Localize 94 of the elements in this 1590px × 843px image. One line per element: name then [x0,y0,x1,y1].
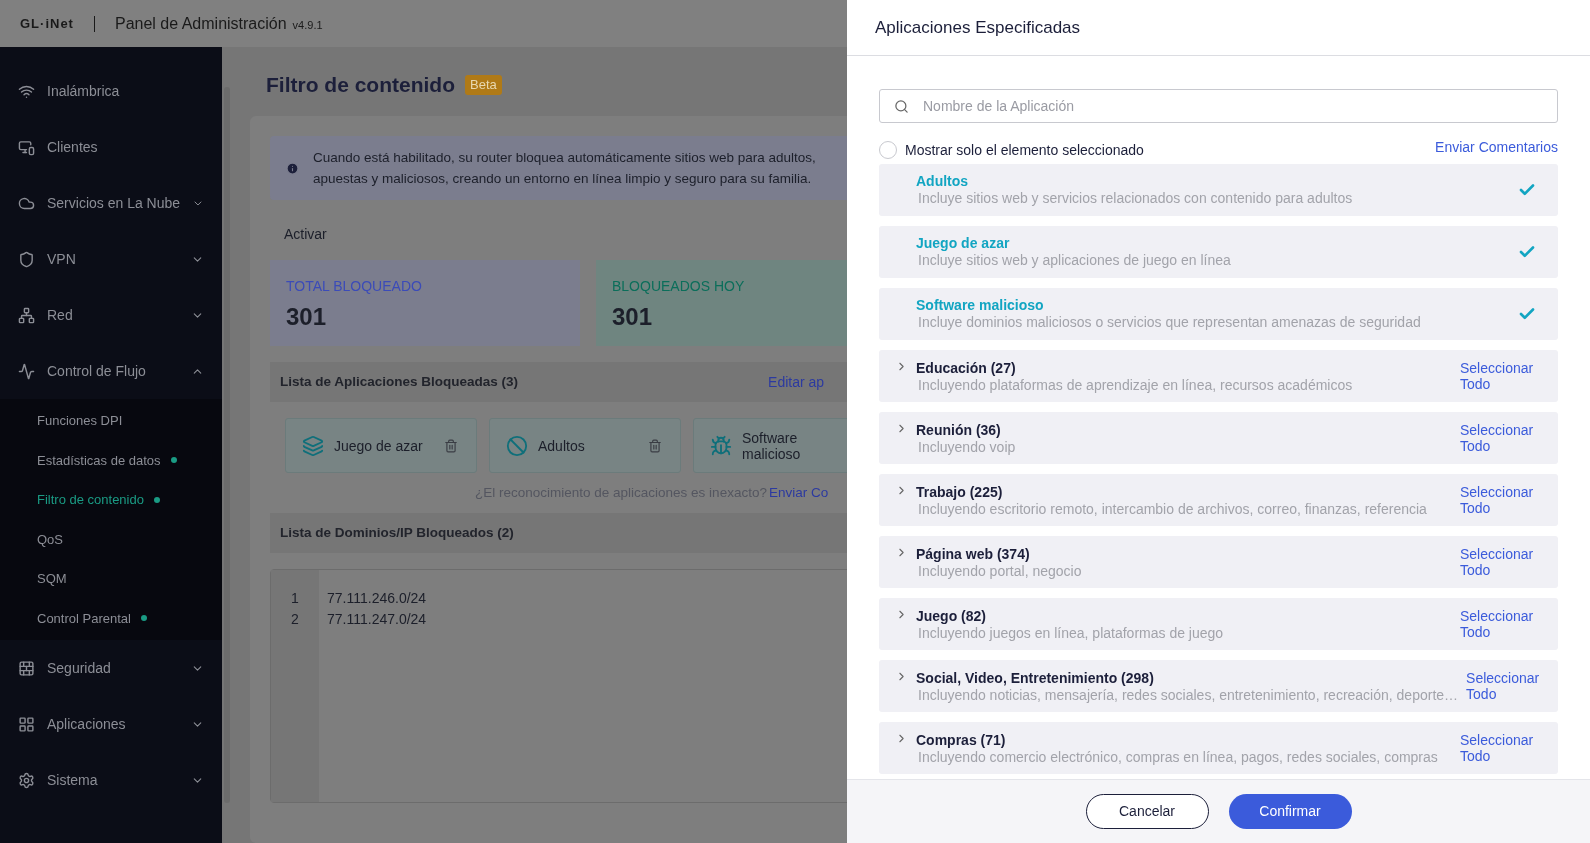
blocked-app-chip[interactable]: Juego de azar [285,418,477,473]
menu-icon [18,306,35,324]
radio-label: Mostrar solo el elemento seleccionado [905,140,1144,160]
submenu-item[interactable]: SQM [0,559,222,599]
category-description: Incluyendo comercio electrónico, compras en línea, pagos, redes sociales, compras [917,748,1439,765]
submenu-item[interactable]: Funciones DPI [0,401,222,441]
select-all-link[interactable]: Seleccionar Todo [1460,732,1534,764]
search-input[interactable]: Nombre de la Aplicación [923,95,1543,117]
sidebar-item[interactable]: Aplicaciones [0,696,222,752]
stat-value: 301 [286,302,328,332]
feedback-link[interactable]: Enviar Comentarios [1435,136,1558,158]
category-title: Trabajo (225) [916,483,1004,501]
select-all-link[interactable]: Seleccionar Todo [1466,670,1541,702]
category-row[interactable]: Social, Video, Entretenimiento (298) Incluyendo noticias, mensajería, redes sociales, entretenimiento, recreación, deporte… Seleccionar Todo [879,660,1558,712]
select-all-link[interactable]: Seleccionar Todo [1460,360,1534,392]
sidebar-item[interactable]: VPN [0,231,222,287]
menu-icon [18,138,35,156]
sidebar-item[interactable]: Sistema [0,752,222,808]
section-title: Lista de Aplicaciones Bloqueadas (3) [280,372,519,391]
option-description: Incluye dominios maliciosos o servicios que representan amenazas de seguridad [917,314,1422,331]
menu-icon [18,250,35,268]
category-title: Juego (82) [916,607,987,625]
category-row[interactable]: Compras (71) Incluyendo comercio electrónico, compras en línea, pagos, redes sociales, compras Seleccionar Todo [879,722,1558,774]
menu-icon [18,771,35,789]
beta-badge: Beta [465,75,502,95]
line-number: 2 [291,610,299,630]
menu-icon [18,715,35,733]
delete-icon[interactable] [444,438,458,453]
app-icon [710,434,732,457]
domain-entry: 77.111.246.0/24 [327,589,427,609]
stat-label: TOTAL BLOQUEADO [286,277,423,296]
submenu-item[interactable]: Control Parental [0,598,222,638]
sidebar-item[interactable]: Inalámbrica [0,63,222,119]
search-icon [894,98,909,114]
category-row[interactable]: Juego (82) Incluyendo juegos en línea, plataformas de juego Seleccionar Todo [879,598,1558,650]
option-title: Adultos [916,173,970,190]
app-icon [302,434,324,457]
confirm-button[interactable]: Confirmar [1228,794,1352,829]
category-description: Incluyendo voip [917,438,1017,455]
logo: GL·iNet [20,14,74,33]
page-title: Filtro de contenido [266,72,455,99]
delete-icon[interactable] [648,438,662,453]
domain-entry: 77.111.247.0/24 [327,610,427,630]
cancel-button[interactable]: Cancelar [1085,794,1209,829]
blocked-app-chip[interactable]: Adultos [489,418,681,473]
category-row[interactable]: Reunión (36) Incluyendo voip Seleccionar Todo [879,412,1558,464]
category-description: Incluyendo plataformas de aprendizaje en línea, recursos académicos [917,376,1354,393]
sidebar-item[interactable]: Seguridad [0,640,222,696]
submenu-item[interactable]: Estadísticas de datos [0,440,222,480]
app-name: Software malicioso [742,429,802,462]
info-text: Cuando está habilitado, su router bloquea automáticamente sitios web para adultos, apuestas y maliciosos, creando un entorno en línea limpio y seguro para su familia. [313,149,816,188]
info-icon [286,161,299,175]
select-all-link[interactable]: Seleccionar Todo [1460,546,1534,578]
domain-editor[interactable]: 1 2 77.111.246.0/24 77.111.247.0/24 [270,569,847,804]
submenu-item[interactable]: QoS [0,519,222,559]
menu-icon [18,362,35,380]
category-row[interactable]: Página web (374) Incluyendo portal, negocio Seleccionar Todo [879,536,1558,588]
sidebar-item[interactable]: Servicios en La Nube [0,175,222,231]
enable-label: Activar [284,225,328,244]
option-description: Incluye sitios web y aplicaciones de juego en línea [917,252,1232,269]
menu-icon [18,659,35,677]
option-title: Software malicioso [916,297,1045,314]
app-title: Panel de Administración [114,13,287,34]
drawer-title: Aplicaciones Especificadas [875,16,1081,39]
category-title: Educación (27) [916,359,1017,377]
section-title: Lista de Dominios/IP Bloqueados (2) [280,524,514,543]
version-label: v4.9.1 [292,17,323,33]
stat-value: 301 [612,302,654,332]
select-all-link[interactable]: Seleccionar Todo [1460,484,1534,516]
select-all-link[interactable]: Seleccionar Todo [1460,422,1534,454]
option-description: Incluye sitios web y servicios relacionados con contenido para adultos [917,190,1354,207]
category-title: Página web (374) [916,545,1031,563]
stat-label: BLOQUEADOS HOY [612,277,746,296]
sidebar-item[interactable]: Control de Flujo [0,343,222,399]
sidebar-item[interactable]: Clientes [0,119,222,175]
category-title: Reunión (36) [916,421,1002,439]
app-name: Juego de azar [334,437,424,454]
app-name: Adultos [538,437,586,454]
category-description: Incluyendo noticias, mensajería, redes sociales, entretenimiento, recreación, deporte… [917,686,1459,703]
select-all-link[interactable]: Seleccionar Todo [1460,608,1534,640]
search-field[interactable]: Nombre de la Aplicación [879,89,1558,123]
line-number: 1 [291,589,299,609]
submenu-item[interactable]: Filtro de contenido [0,480,222,520]
category-title: Social, Video, Entretenimiento (298) [916,669,1155,687]
category-description: Incluyendo portal, negocio [917,562,1083,579]
app-icon [506,434,528,457]
sidebar-item[interactable]: Red [0,287,222,343]
category-title: Compras (71) [916,731,1007,749]
category-row[interactable]: Trabajo (225) Incluyendo escritorio remoto, intercambio de archivos, correo, finanzas, referencia Seleccionar Todo [879,474,1558,526]
category-description: Incluyendo juegos en línea, plataformas de juego [917,624,1225,641]
category-description: Incluyendo escritorio remoto, intercambio de archivos, correo, finanzas, referencia [917,500,1428,517]
blocked-app-chip[interactable]: Software malicioso [693,418,847,473]
category-row[interactable]: Educación (27) Incluyendo plataformas de aprendizaje en línea, recursos académicos Seleccionar Todo [879,350,1558,402]
option-title: Juego de azar [916,235,1011,252]
